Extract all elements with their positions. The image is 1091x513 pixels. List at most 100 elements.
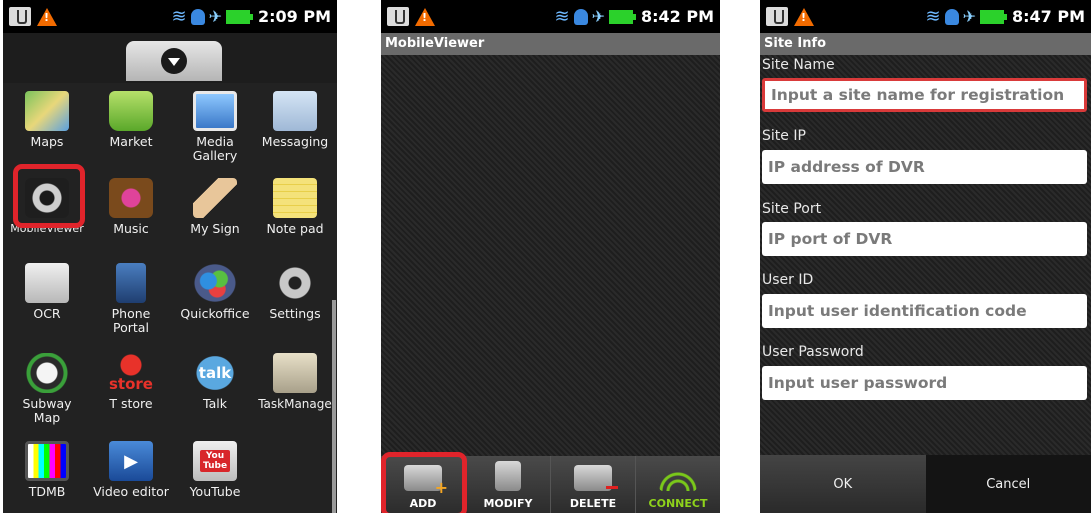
cancel-button[interactable]: Cancel	[925, 455, 1091, 513]
modify-dvr-icon	[495, 461, 521, 491]
status-bar: ≋ ✈ 8:47 PM	[760, 0, 1091, 33]
app-title-bar: Site Info	[760, 33, 1091, 55]
usb-icon	[9, 7, 31, 26]
user-password-label: User Password	[762, 344, 864, 360]
status-bar: ≋ ✈ 2:09 PM	[3, 0, 337, 33]
site-info-form: Site Name Input a site name for registra…	[760, 55, 1091, 455]
music-icon	[109, 178, 153, 218]
app-label: TDMB	[28, 484, 66, 499]
site-port-label: Site Port	[762, 201, 822, 217]
app-t-store[interactable]: store T store	[89, 353, 173, 411]
warning-icon	[794, 7, 814, 26]
pen-hand-icon	[193, 178, 237, 218]
app-settings[interactable]: Settings	[253, 263, 337, 321]
app-label: Market	[109, 134, 153, 149]
app-label: Media Gallery	[192, 134, 238, 163]
status-time: 8:47 PM	[1011, 7, 1085, 26]
app-media-gallery[interactable]: Media Gallery	[173, 91, 257, 163]
battery-icon	[608, 9, 636, 24]
connect-wifi-dvr-icon	[659, 465, 697, 491]
site-list-area	[381, 55, 720, 456]
airplane-icon: ✈	[208, 7, 222, 26]
warning-icon	[415, 7, 435, 26]
app-messaging[interactable]: Messaging	[253, 91, 337, 149]
app-label: Subway Map	[22, 396, 72, 425]
app-video-editor[interactable]: ▶ Video editor	[89, 441, 173, 499]
app-label: Phone Portal	[111, 306, 151, 335]
store-icon-text: store	[109, 375, 153, 393]
app-subway-map[interactable]: Subway Map	[5, 353, 89, 425]
talk-icon-text: talk	[198, 364, 232, 382]
site-info-screen: ≋ ✈ 8:47 PM Site Info Site Name Input a …	[760, 0, 1091, 513]
notepad-icon	[273, 178, 317, 218]
app-youtube[interactable]: You Tube YouTube	[173, 441, 257, 499]
battery-icon	[979, 9, 1007, 24]
highlight-add-button	[381, 452, 467, 513]
app-title-bar: MobileViewer	[381, 33, 720, 55]
sync-icon	[190, 8, 205, 25]
app-note-pad[interactable]: Note pad	[253, 178, 337, 236]
connect-button[interactable]: CONNECT	[635, 456, 720, 513]
app-label: OCR	[33, 306, 61, 321]
drawer-handle[interactable]	[126, 41, 222, 81]
status-time: 2:09 PM	[257, 7, 331, 26]
app-ocr[interactable]: OCR	[5, 263, 89, 321]
delete-button[interactable]: DELETE	[550, 456, 635, 513]
site-name-field[interactable]: Input a site name for registration	[762, 78, 1087, 112]
quickoffice-icon	[193, 263, 237, 303]
wifi-icon: ≋	[171, 5, 187, 27]
airplane-icon: ✈	[962, 7, 976, 26]
sync-icon	[573, 8, 588, 25]
drawer-scrollbar[interactable]	[332, 300, 336, 513]
app-talk[interactable]: talk Talk	[173, 353, 257, 411]
app-label: Maps	[30, 134, 64, 149]
user-id-field[interactable]: Input user identification code	[762, 294, 1087, 328]
mobileviewer-screen: ≋ ✈ 8:42 PM MobileViewer + ADD MODIFY DE…	[381, 0, 720, 513]
tstore-icon: store	[109, 353, 153, 393]
airplane-icon: ✈	[591, 7, 605, 26]
app-label: Music	[113, 221, 149, 236]
play-icon: ▶	[109, 441, 153, 481]
status-bar: ≋ ✈ 8:42 PM	[381, 0, 720, 33]
app-drawer-screen: ≋ ✈ 2:09 PM Maps Market Media Gallery Me…	[3, 0, 337, 513]
modify-button[interactable]: MODIFY	[465, 456, 550, 513]
site-ip-field[interactable]: IP address of DVR	[762, 150, 1087, 184]
app-maps[interactable]: Maps	[5, 91, 89, 149]
app-grid: Maps Market Media Gallery Messaging Mobi…	[3, 83, 337, 513]
app-task-manager[interactable]: TaskManage	[253, 353, 337, 411]
gallery-icon	[193, 91, 237, 131]
app-my-sign[interactable]: My Sign	[173, 178, 257, 236]
battery-icon	[225, 9, 253, 24]
phone-gear-icon	[116, 263, 146, 303]
delete-dvr-icon	[574, 465, 618, 491]
app-market[interactable]: Market	[89, 91, 173, 149]
task-manager-icon	[273, 353, 317, 393]
app-label: T store	[109, 396, 153, 411]
app-label: Messaging	[261, 134, 329, 149]
app-quickoffice[interactable]: Quickoffice	[173, 263, 257, 321]
ok-button[interactable]: OK	[760, 455, 926, 513]
usb-icon	[766, 7, 788, 26]
sync-icon	[944, 8, 959, 25]
site-port-field[interactable]: IP port of DVR	[762, 222, 1087, 256]
ocr-document-icon	[25, 263, 69, 303]
connect-label: CONNECT	[648, 497, 708, 510]
site-ip-label: Site IP	[762, 128, 806, 144]
status-time: 8:42 PM	[640, 7, 714, 26]
dialog-buttons: OK Cancel	[760, 455, 1091, 513]
site-name-label: Site Name	[762, 57, 835, 73]
app-music[interactable]: Music	[89, 178, 173, 236]
user-id-label: User ID	[762, 272, 814, 288]
app-label: TaskManage	[258, 397, 332, 411]
app-phone-portal[interactable]: Phone Portal	[89, 263, 173, 335]
app-label: Quickoffice	[180, 306, 250, 321]
modify-label: MODIFY	[483, 497, 533, 510]
app-label: Video editor	[93, 484, 169, 499]
app-label: My Sign	[190, 221, 240, 236]
usb-icon	[387, 7, 409, 26]
youtube-tv-icon: You Tube	[193, 441, 237, 481]
app-tdmb[interactable]: TDMB	[5, 441, 89, 499]
talk-bubble-icon: talk	[193, 353, 237, 393]
user-password-field[interactable]: Input user password	[762, 366, 1087, 400]
app-label: Talk	[203, 396, 227, 411]
